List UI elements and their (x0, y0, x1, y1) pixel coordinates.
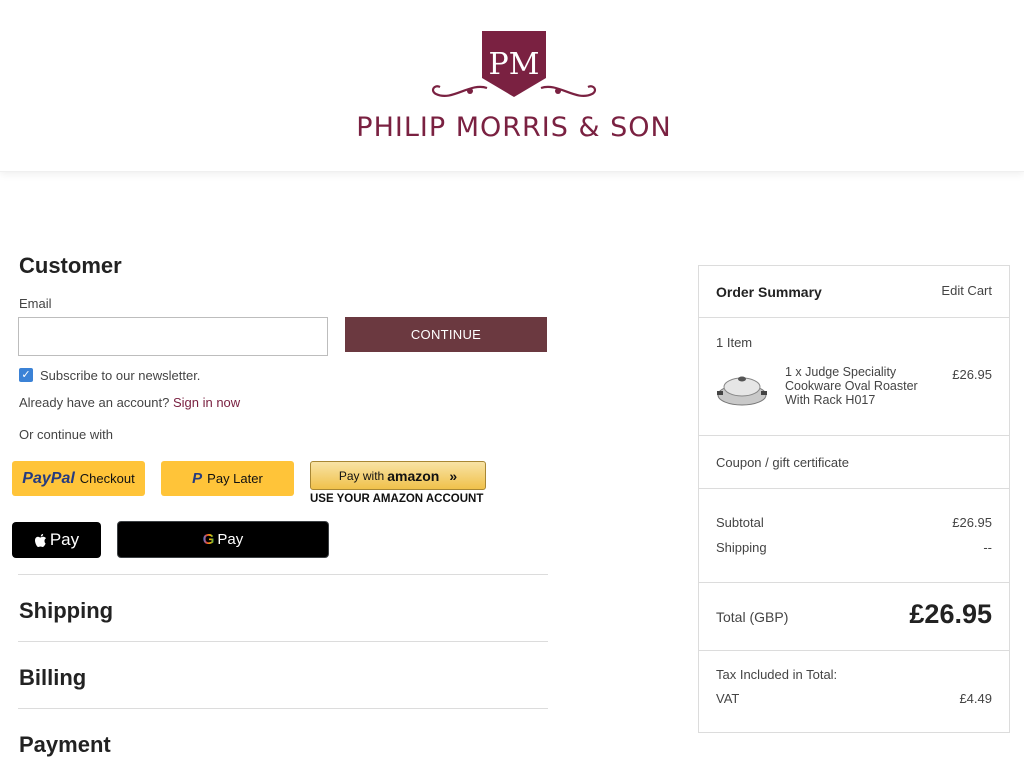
newsletter-label: Subscribe to our newsletter. (40, 368, 201, 383)
summary-divider (699, 488, 1009, 489)
paypal-label: Checkout (79, 471, 135, 486)
brand-logo[interactable]: PM PHILIP MORRIS & SON (352, 26, 676, 146)
payment-step-title[interactable]: Payment (19, 732, 111, 758)
email-label: Email (19, 296, 52, 311)
google-pay-label: Pay (217, 531, 244, 548)
google-pay-button[interactable]: G Pay (117, 521, 329, 558)
newsletter-checkbox[interactable]: ✓ (19, 368, 33, 382)
continue-button[interactable]: CONTINUE (345, 317, 547, 352)
shipping-label: Shipping (716, 540, 767, 555)
item-count: 1 Item (716, 335, 753, 350)
vat-label: VAT (716, 691, 740, 706)
billing-step-title[interactable]: Billing (19, 665, 86, 691)
or-continue-label: Or continue with (19, 427, 113, 442)
vat-value: £4.49 (959, 691, 992, 706)
svg-text:PM: PM (489, 47, 540, 82)
shipping-step-title[interactable]: Shipping (19, 598, 113, 624)
google-g-icon: G (202, 531, 215, 548)
apple-pay-button[interactable]: Pay (12, 522, 101, 558)
item-price: £26.95 (952, 367, 992, 382)
subtotal-label: Subtotal (716, 515, 764, 530)
customer-step-title: Customer (19, 253, 122, 278)
pay-later-button[interactable]: P Pay Later (161, 461, 294, 496)
total-value: £26.95 (909, 599, 992, 629)
product-thumbnail (717, 376, 767, 406)
section-divider (18, 641, 548, 642)
amazon-caption: USE YOUR AMAZON ACCOUNT (310, 493, 484, 505)
summary-divider (699, 582, 1009, 583)
subtotal-value: £26.95 (952, 515, 992, 530)
shipping-value: -- (983, 540, 992, 555)
amazon-pay-label: Pay with (338, 468, 385, 483)
account-prompt-text: Already have an account? (19, 395, 170, 410)
tax-label: Tax Included in Total: (716, 667, 838, 682)
account-prompt: Already have an account? Sign in now (19, 395, 240, 410)
section-divider (18, 574, 548, 575)
coupon-link[interactable]: Coupon / gift certificate (716, 455, 849, 470)
item-description: 1 x Judge Speciality Cookware Oval Roast… (785, 365, 918, 407)
double-chevron-icon: » (449, 467, 458, 484)
pay-later-label: Pay Later (207, 471, 263, 486)
apple-pay-label: Pay (49, 530, 80, 549)
brand-name: PHILIP MORRIS & SON (356, 112, 672, 143)
section-divider (18, 708, 548, 709)
site-header: PM PHILIP MORRIS & SON (0, 0, 1024, 172)
email-field[interactable] (18, 317, 328, 356)
logo-emblem: PM (431, 31, 597, 97)
summary-divider (699, 435, 1009, 436)
apple-icon (34, 533, 46, 547)
order-summary-panel: Order Summary Edit Cart 1 Item 1 x Judge… (698, 265, 1010, 733)
sign-in-link[interactable]: Sign in now (173, 395, 240, 410)
amazon-logo: amazon (387, 467, 440, 484)
edit-cart-link[interactable]: Edit Cart (941, 283, 992, 298)
summary-divider (699, 650, 1009, 651)
paypal-logo: PayPal (22, 469, 75, 487)
amazon-pay-button[interactable]: Pay with amazon » (310, 461, 486, 490)
paypal-icon: P (192, 470, 203, 487)
paypal-checkout-button[interactable]: PayPal Checkout (12, 461, 145, 496)
summary-divider (699, 317, 1009, 318)
order-summary-title: Order Summary (716, 284, 822, 300)
total-label: Total (GBP) (716, 609, 789, 625)
